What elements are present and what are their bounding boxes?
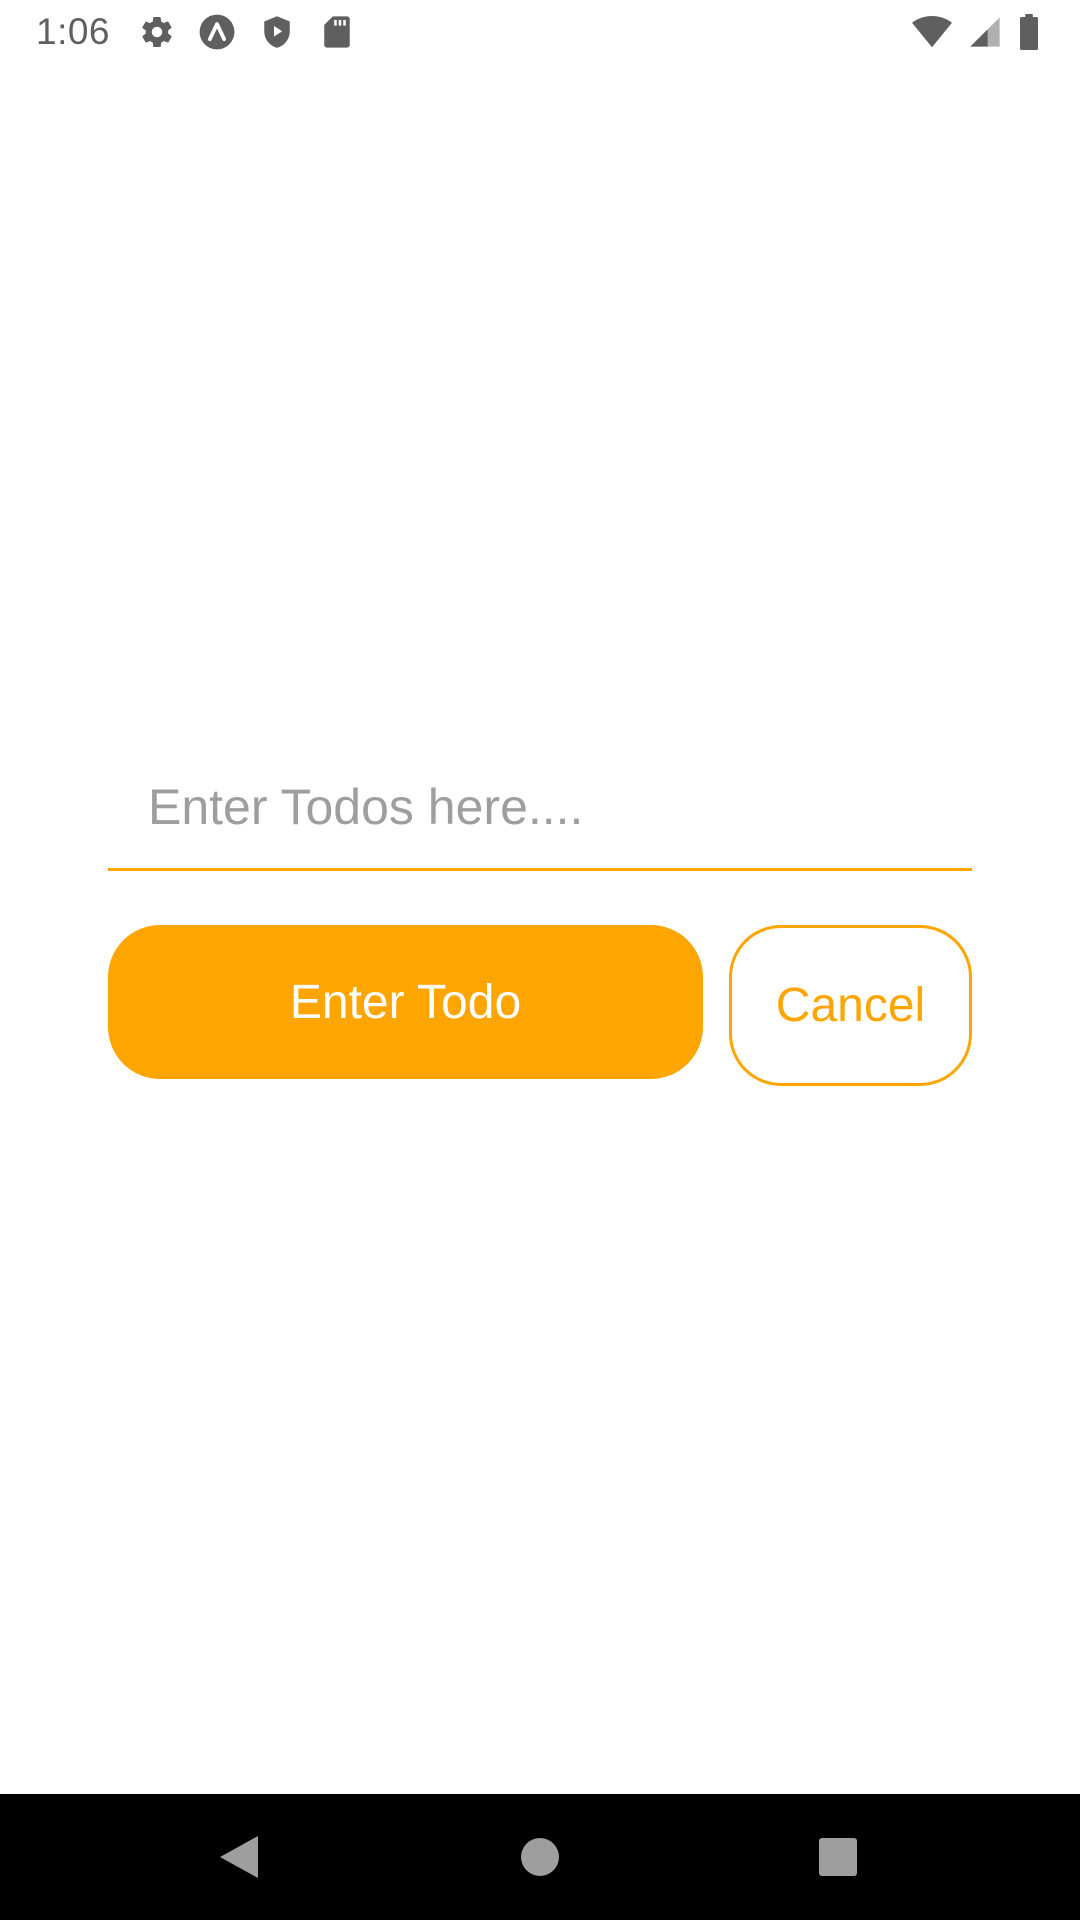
status-left: 1:06 bbox=[36, 11, 356, 53]
back-icon[interactable] bbox=[212, 1830, 266, 1884]
todo-input-container bbox=[108, 745, 972, 871]
todo-input[interactable] bbox=[108, 745, 972, 868]
status-time: 1:06 bbox=[36, 10, 111, 52]
status-right bbox=[910, 13, 1042, 51]
cancel-label: Cancel bbox=[775, 979, 926, 1032]
sd-card-icon bbox=[318, 13, 356, 51]
enter-todo-label: Enter Todo bbox=[289, 975, 522, 1029]
home-icon[interactable] bbox=[513, 1830, 567, 1884]
expo-icon bbox=[198, 13, 236, 51]
cancel-button[interactable]: Cancel bbox=[729, 925, 972, 1086]
enter-todo-button[interactable]: Enter Todo bbox=[108, 925, 703, 1079]
screen: 1:06 Enter Todos here.... Enter Todo Can… bbox=[0, 0, 1080, 1920]
wifi-icon bbox=[910, 13, 954, 51]
cellular-signal-icon bbox=[966, 13, 1004, 51]
recents-icon[interactable] bbox=[811, 1830, 865, 1884]
battery-icon bbox=[1016, 13, 1042, 51]
gear-icon bbox=[138, 13, 176, 51]
navigation-bar bbox=[0, 1794, 1080, 1920]
play-shield-icon bbox=[258, 13, 296, 51]
status-bar: 1:06 bbox=[0, 0, 1080, 63]
